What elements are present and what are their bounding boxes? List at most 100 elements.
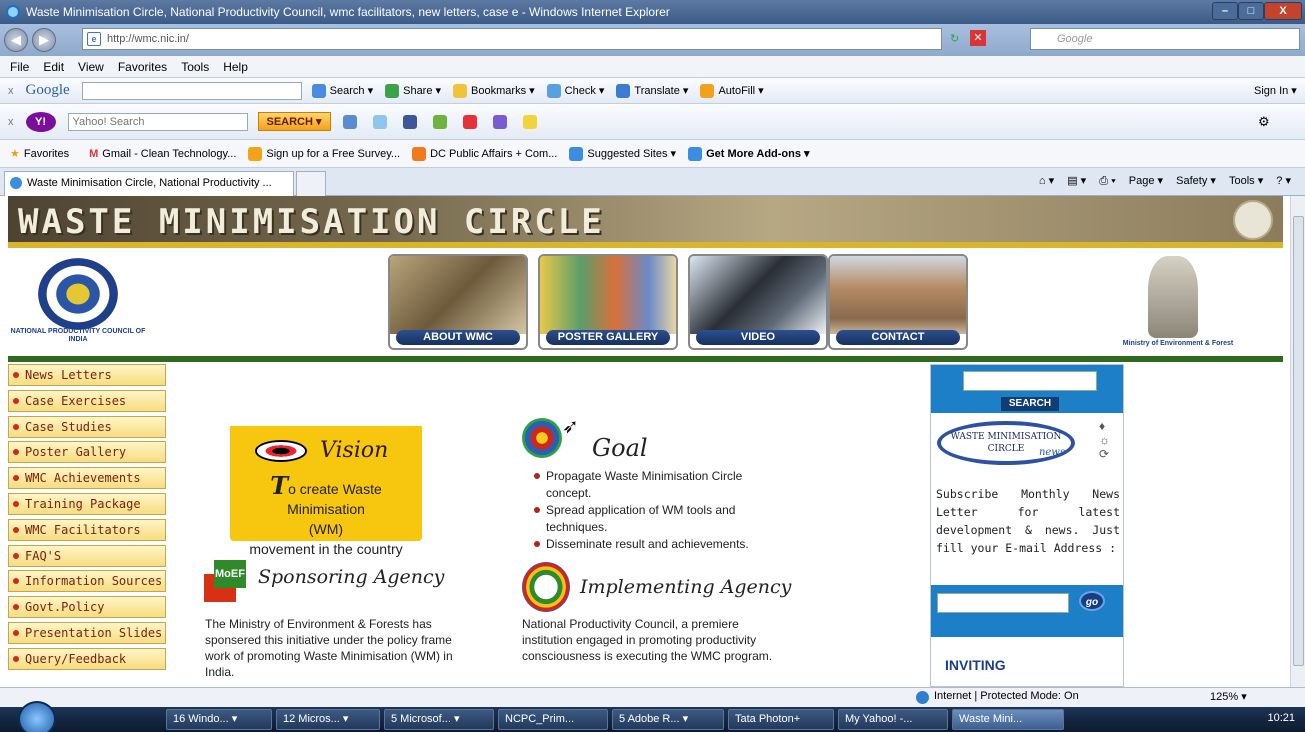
google-toolbar-input[interactable] <box>81 81 302 100</box>
menu-query-feedback[interactable]: Query/Feedback <box>8 647 166 670</box>
taskbar-microsoft-1[interactable]: 12 Micros... ▾ <box>276 709 380 730</box>
menu-govt-policy[interactable]: Govt.Policy <box>8 596 166 619</box>
address-bar: ◀ ▶ e http://wmc.nic.in/ ↻ ✕ Google <box>0 24 1305 56</box>
web-search-input[interactable]: Google <box>1030 28 1300 50</box>
star-icon <box>453 83 468 98</box>
games-icon[interactable] <box>432 114 451 129</box>
toolbar-translate[interactable]: Translate ▾ <box>616 83 688 98</box>
site-banner: WASTE MINIMISATION CIRCLE <box>8 196 1283 248</box>
new-tab-button[interactable] <box>296 171 326 196</box>
menu-case-studies[interactable]: Case Studies <box>8 415 166 438</box>
toolbar-check[interactable]: Check ▾ <box>546 83 604 98</box>
page-viewport: WASTE MINIMISATION CIRCLE NATIONAL PRODU… <box>0 196 1290 687</box>
print-icon[interactable]: ⎙ ▾ <box>1099 175 1115 187</box>
email-field[interactable] <box>937 593 1069 613</box>
vertical-scrollbar[interactable] <box>1290 196 1305 687</box>
calendar-icon[interactable] <box>492 114 511 129</box>
google-brand: Google <box>25 82 70 98</box>
forward-button[interactable]: ▶ <box>32 28 56 52</box>
ebay-icon[interactable] <box>462 114 481 129</box>
menu-case-exercises[interactable]: Case Exercises <box>8 389 166 412</box>
implementing-title: Implementing Agency <box>580 576 792 598</box>
command-tools[interactable]: Tools ▾ <box>1229 175 1263 187</box>
ie-small-icon <box>569 146 584 161</box>
minimize-button[interactable]: – <box>1212 2 1238 20</box>
menu-information-sources[interactable]: Information Sources <box>8 570 166 593</box>
menu-favorites[interactable]: Favorites <box>118 60 167 74</box>
yahoo-search-input[interactable] <box>67 112 248 131</box>
favorites-button[interactable]: ★ Favorites <box>10 147 69 161</box>
messenger-icon[interactable] <box>522 114 541 129</box>
yahoo-logo: Y! <box>25 111 56 132</box>
taskbar-my-yahoo[interactable]: My Yahoo! -... <box>838 709 948 730</box>
site-search-button[interactable]: SEARCH <box>1001 397 1059 411</box>
menu-view[interactable]: View <box>78 60 104 74</box>
sign-in-link[interactable]: Sign In ▾ <box>1254 84 1297 97</box>
menu-training-package[interactable]: Training Package <box>8 492 166 515</box>
feeds-icon[interactable]: ▤ ▾ <box>1067 175 1086 187</box>
menu-file[interactable]: File <box>10 60 29 74</box>
taskbar-ncpc[interactable]: NCPC_Prim... <box>498 709 608 730</box>
fav-suggested-sites[interactable]: Suggested Sites ▾ <box>569 146 676 161</box>
facebook-icon[interactable] <box>402 114 421 129</box>
toolbar-search[interactable]: Search ▾ <box>311 83 373 98</box>
close-yahoo-toolbar-icon[interactable]: x <box>8 116 14 128</box>
menu-faqs[interactable]: FAQ'S <box>8 544 166 567</box>
nav-contact-label: CONTACT <box>836 330 960 345</box>
taskbar-waste-mini[interactable]: Waste Mini... <box>952 709 1064 730</box>
yahoo-search-button[interactable]: SEARCH ▾ <box>257 112 331 131</box>
menu-tools[interactable]: Tools <box>181 60 209 74</box>
menu-poster-gallery[interactable]: Poster Gallery <box>8 441 166 464</box>
tab-waste-minimisation[interactable]: Waste Minimisation Circle, National Prod… <box>4 171 294 196</box>
taskbar-windows-explorer[interactable]: 16 Windo... ▾ <box>166 709 272 730</box>
weather-icon[interactable] <box>372 114 391 129</box>
window-title-bar: Waste Minimisation Circle, National Prod… <box>0 0 1305 24</box>
command-page[interactable]: Page ▾ <box>1129 175 1163 187</box>
inviting-banner[interactable]: INVITING <box>945 657 1006 673</box>
addons-icon <box>688 146 703 161</box>
taskbar-tata-photon[interactable]: Tata Photon+ <box>728 709 834 730</box>
start-button[interactable] <box>18 701 56 732</box>
zoom-level[interactable]: 125% ▾ <box>1210 690 1247 703</box>
posters-photo <box>540 256 676 334</box>
goal-list: Propagate Waste Minimisation Circle conc… <box>534 468 784 553</box>
menu-wmc-achievements[interactable]: WMC Achievements <box>8 467 166 490</box>
close-button[interactable]: X <box>1264 2 1302 20</box>
eye-icon <box>255 440 307 462</box>
nav-poster-gallery[interactable]: POSTER GALLERY <box>538 254 678 350</box>
menu-edit[interactable]: Edit <box>43 60 64 74</box>
close-toolbar-icon[interactable]: x <box>8 85 14 97</box>
command-safety[interactable]: Safety ▾ <box>1176 175 1216 187</box>
help-icon[interactable]: ? ▾ <box>1276 175 1291 187</box>
menu-wmc-facilitators[interactable]: WMC Facilitators <box>8 518 166 541</box>
taskbar-adobe[interactable]: 5 Adobe R... ▾ <box>612 709 724 730</box>
home-icon[interactable]: ⌂ ▾ <box>1039 175 1054 187</box>
site-search-input[interactable] <box>963 371 1097 391</box>
url-text: http://wmc.nic.in/ <box>107 33 189 45</box>
security-zone: Internet | Protected Mode: On <box>916 690 1079 704</box>
back-button[interactable]: ◀ <box>4 28 28 52</box>
go-button[interactable]: go <box>1079 591 1105 611</box>
toolbar-bookmarks[interactable]: Bookmarks ▾ <box>453 83 535 98</box>
nav-about-wmc[interactable]: ABOUT WMC <box>388 254 528 350</box>
toolbar-share[interactable]: Share ▾ <box>385 83 441 98</box>
toolbar-autofill[interactable]: AutoFill ▾ <box>700 83 764 98</box>
nav-contact[interactable]: CONTACT <box>828 254 968 350</box>
scrollbar-thumb[interactable] <box>1293 216 1304 666</box>
fav-gmail[interactable]: M Gmail - Clean Technology... <box>89 148 236 160</box>
taskbar-microsoft-2[interactable]: 5 Microsof... ▾ <box>384 709 494 730</box>
settings-icon[interactable]: ⚙ <box>1258 114 1270 130</box>
mail-icon[interactable] <box>342 114 361 129</box>
menu-presentation-slides[interactable]: Presentation Slides <box>8 621 166 644</box>
fav-get-addons[interactable]: Get More Add-ons ▾ <box>688 146 810 161</box>
menu-help[interactable]: Help <box>223 60 248 74</box>
menu-news-letters[interactable]: News Letters <box>8 364 166 386</box>
refresh-icon[interactable]: ↻ <box>950 32 959 45</box>
fav-dc-public-affairs[interactable]: DC Public Affairs + Com... <box>412 146 557 161</box>
maximize-button[interactable]: □ <box>1238 2 1264 20</box>
nav-video[interactable]: VIDEO <box>688 254 828 350</box>
fav-survey[interactable]: Sign up for a Free Survey... <box>248 146 400 161</box>
clock[interactable]: 10:21 <box>1267 712 1295 724</box>
stop-icon[interactable]: ✕ <box>970 30 986 46</box>
url-field[interactable]: e http://wmc.nic.in/ <box>82 28 942 50</box>
